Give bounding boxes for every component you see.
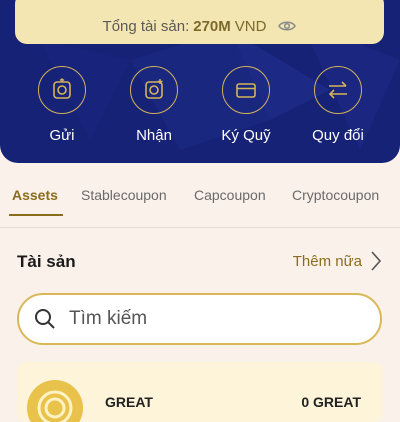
send-icon xyxy=(38,66,86,114)
balance-currency: VND xyxy=(234,17,267,35)
asset-tabs: Assets Stablecoupon Capcoupon Cryptocoup… xyxy=(0,187,400,227)
tab-assets[interactable]: Assets xyxy=(12,187,58,203)
active-tab-indicator xyxy=(9,214,63,216)
total-balance-card: Tổng tài sản: 270M VND xyxy=(15,0,384,44)
tab-stablecoupon[interactable]: Stablecoupon xyxy=(81,187,167,203)
deposit-button[interactable]: Ký Quỹ xyxy=(206,66,286,144)
search-box[interactable] xyxy=(17,293,382,345)
chevron-right-icon xyxy=(370,250,382,272)
balance-amount: 270M xyxy=(193,17,231,35)
receive-icon xyxy=(130,66,178,114)
see-more-label: Thêm nữa xyxy=(292,252,362,270)
send-button[interactable]: Gửi xyxy=(22,66,102,144)
exchange-label: Quy đổi xyxy=(312,127,364,144)
great-coin-icon xyxy=(27,380,83,422)
tabs-divider xyxy=(0,227,400,228)
tab-capcoupon[interactable]: Capcoupon xyxy=(194,187,266,203)
send-label: Gửi xyxy=(49,127,75,144)
see-more-link[interactable]: Thêm nữa xyxy=(293,248,382,274)
asset-quantity: 0 GREAT xyxy=(301,394,361,410)
exchange-button[interactable]: Quy đổi xyxy=(298,66,378,144)
receive-button[interactable]: Nhận xyxy=(114,66,194,144)
search-icon xyxy=(33,307,57,331)
receive-label: Nhận xyxy=(136,127,172,144)
search-input[interactable] xyxy=(67,307,351,331)
eye-icon[interactable] xyxy=(278,20,297,32)
header-banner: Tổng tài sản: 270M VND Gửi Nhận Ký Quỹ Q… xyxy=(0,0,400,163)
asset-name: GREAT xyxy=(105,394,153,410)
exchange-icon xyxy=(314,66,362,114)
quick-actions: Gửi Nhận Ký Quỹ Quy đổi xyxy=(0,66,400,156)
tab-cryptocoupon[interactable]: Cryptocoupon xyxy=(292,187,379,203)
deposit-label: Ký Quỹ xyxy=(221,127,271,144)
asset-row[interactable]: GREAT 0 GREAT xyxy=(17,362,383,422)
card-icon xyxy=(222,66,270,114)
section-title: Tài sản xyxy=(17,252,76,271)
balance-label: Tổng tài sản: xyxy=(102,17,190,35)
